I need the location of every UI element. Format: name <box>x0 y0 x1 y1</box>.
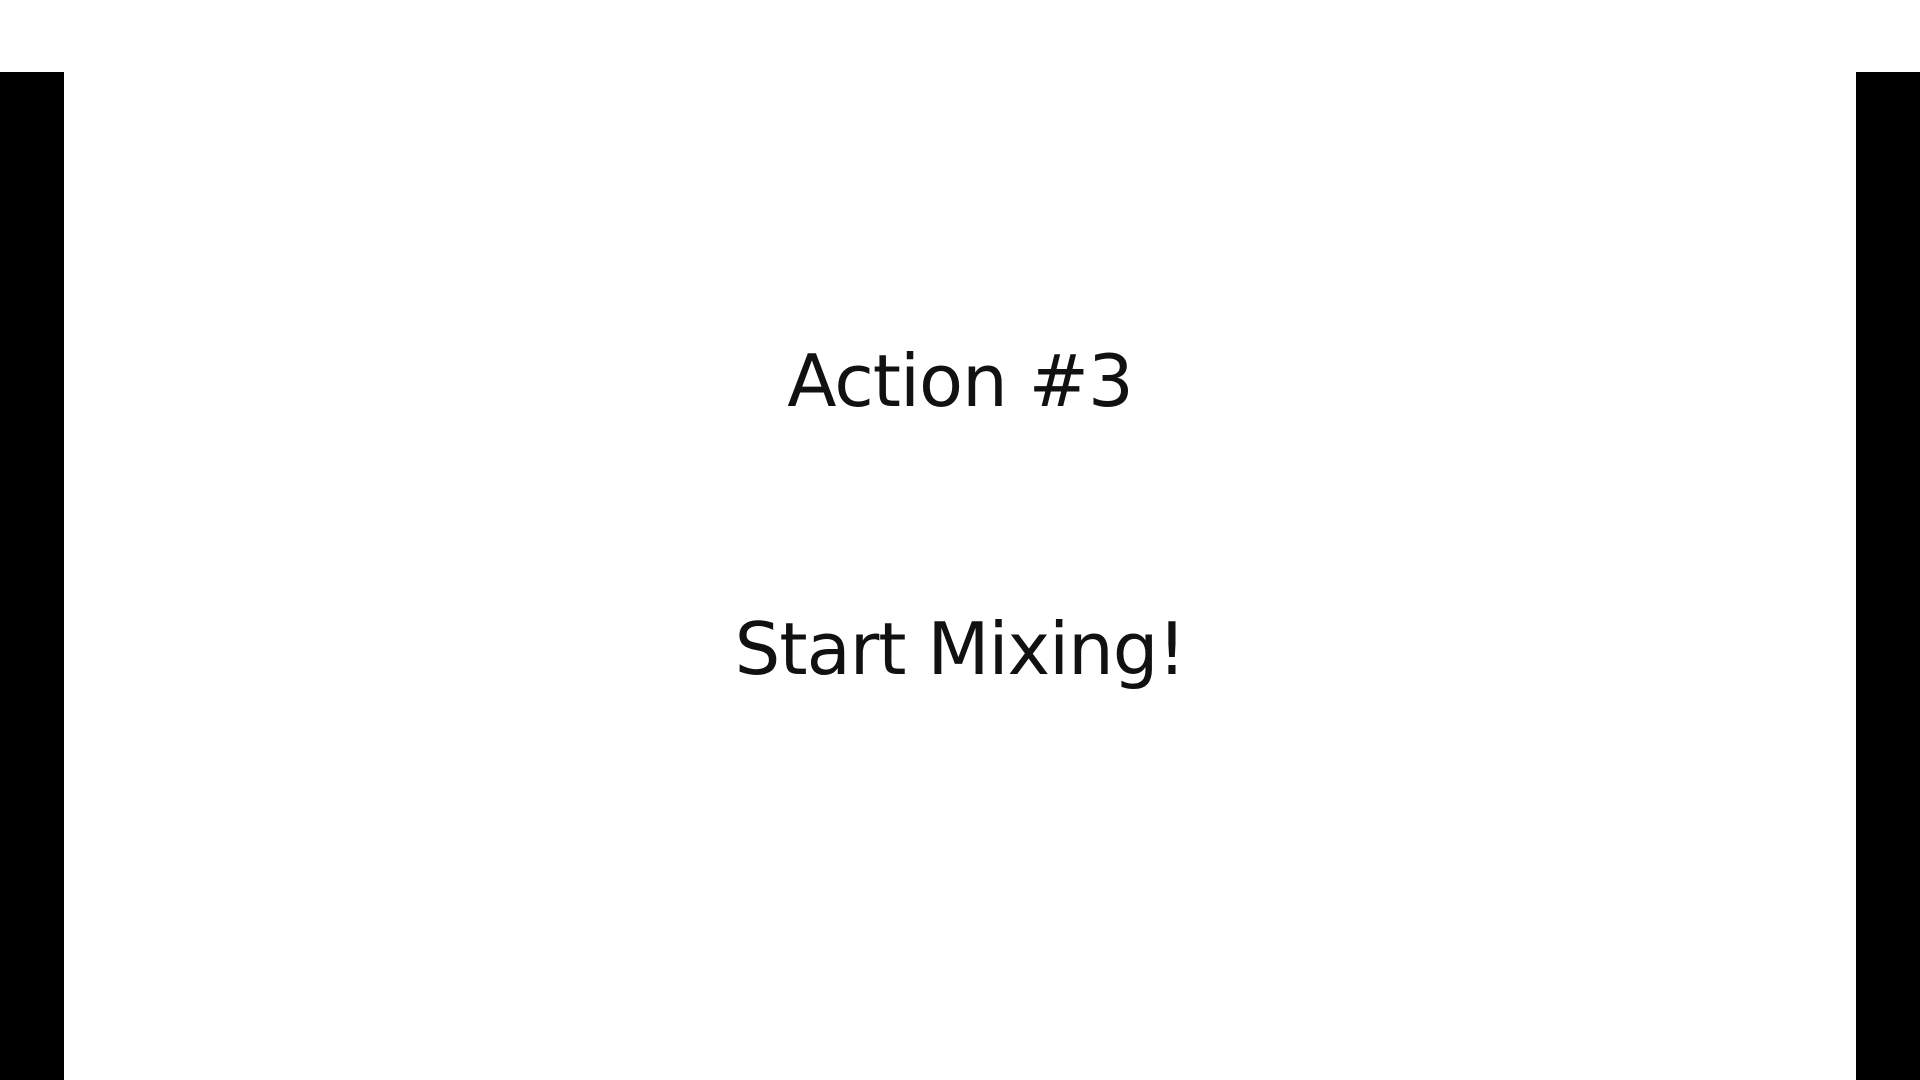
presentation-screen: Action #3 Start Mixing! <box>0 0 1920 1080</box>
top-margin <box>0 0 1920 72</box>
slide-subtitle: Start Mixing! <box>734 607 1187 691</box>
left-pillarbox-bar <box>0 72 64 1080</box>
slide-title: Action #3 <box>787 339 1134 423</box>
right-pillarbox-bar <box>1856 72 1920 1080</box>
slide-canvas: Action #3 Start Mixing! <box>64 72 1856 1080</box>
